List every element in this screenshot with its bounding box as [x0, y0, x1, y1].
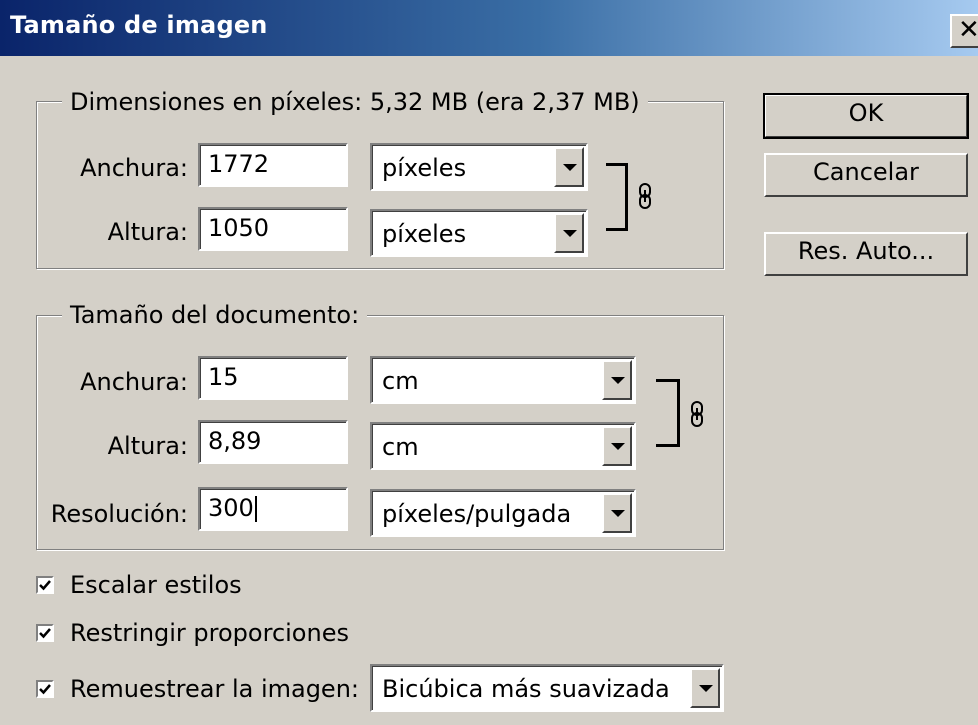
chevron-down-icon[interactable] — [602, 360, 632, 400]
resample-label[interactable]: Remuestrear la imagen: — [70, 674, 359, 704]
pixel-width-unit-value: píxeles — [382, 154, 467, 182]
chevron-down-icon[interactable] — [690, 668, 720, 708]
scale-styles-checkbox[interactable] — [36, 576, 54, 594]
checkmark-icon — [39, 684, 51, 695]
doc-height-label: Altura: — [107, 432, 188, 460]
resolution-unit-value: píxeles/pulgada — [382, 500, 572, 528]
pixel-height-unit-value: píxeles — [382, 220, 467, 248]
close-icon: ✕ — [958, 15, 978, 45]
chain-link-icon[interactable] — [690, 401, 704, 427]
doc-width-label: Anchura: — [80, 368, 188, 396]
resolution-label: Resolución: — [50, 500, 188, 528]
checkmark-icon — [39, 580, 51, 591]
cancel-button[interactable]: Cancelar — [764, 153, 968, 197]
pixel-width-unit-select[interactable]: píxeles — [370, 143, 588, 191]
scale-styles-label[interactable]: Escalar estilos — [70, 570, 242, 600]
resolution-input[interactable]: 300 — [198, 487, 348, 531]
doc-height-unit-value: cm — [382, 433, 419, 461]
document-link-bracket — [656, 379, 680, 447]
chevron-down-icon[interactable] — [554, 213, 584, 253]
window-title: Tamaño de imagen — [10, 11, 268, 39]
text-cursor — [254, 496, 257, 522]
resample-method-value: Bicúbica más suavizada — [382, 675, 670, 703]
doc-width-unit-value: cm — [382, 367, 419, 395]
chevron-down-icon[interactable] — [554, 147, 584, 187]
pixel-height-label: Altura: — [107, 218, 188, 246]
doc-width-unit-select[interactable]: cm — [370, 356, 636, 404]
pixel-width-input[interactable]: 1772 — [198, 143, 348, 187]
resample-checkbox[interactable] — [36, 680, 54, 698]
resample-method-select[interactable]: Bicúbica más suavizada — [370, 664, 724, 712]
resolution-value: 300 — [208, 494, 254, 522]
ok-button[interactable]: OK — [763, 93, 969, 139]
resolution-unit-select[interactable]: píxeles/pulgada — [370, 489, 636, 537]
close-button[interactable]: ✕ — [950, 14, 978, 48]
doc-width-input[interactable]: 15 — [198, 356, 348, 400]
pixel-width-label: Anchura: — [80, 154, 188, 182]
doc-height-input[interactable]: 8,89 — [198, 420, 348, 464]
pixel-dimensions-legend: Dimensiones en píxeles: 5,32 MB (era 2,3… — [62, 88, 648, 116]
doc-height-unit-select[interactable]: cm — [370, 422, 636, 470]
document-size-legend: Tamaño del documento: — [62, 301, 368, 329]
pixel-link-bracket — [606, 163, 628, 231]
chevron-down-icon[interactable] — [602, 426, 632, 466]
auto-resolution-button[interactable]: Res. Auto... — [764, 232, 968, 276]
constrain-proportions-label[interactable]: Restringir proporciones — [70, 618, 349, 648]
pixel-height-unit-select[interactable]: píxeles — [370, 209, 588, 257]
chevron-down-icon[interactable] — [602, 493, 632, 533]
title-bar[interactable]: Tamaño de imagen ✕ — [0, 0, 978, 56]
pixel-height-input[interactable]: 1050 — [198, 207, 348, 251]
chain-link-icon[interactable] — [638, 183, 652, 209]
checkmark-icon — [39, 628, 51, 639]
constrain-proportions-checkbox[interactable] — [36, 624, 54, 642]
